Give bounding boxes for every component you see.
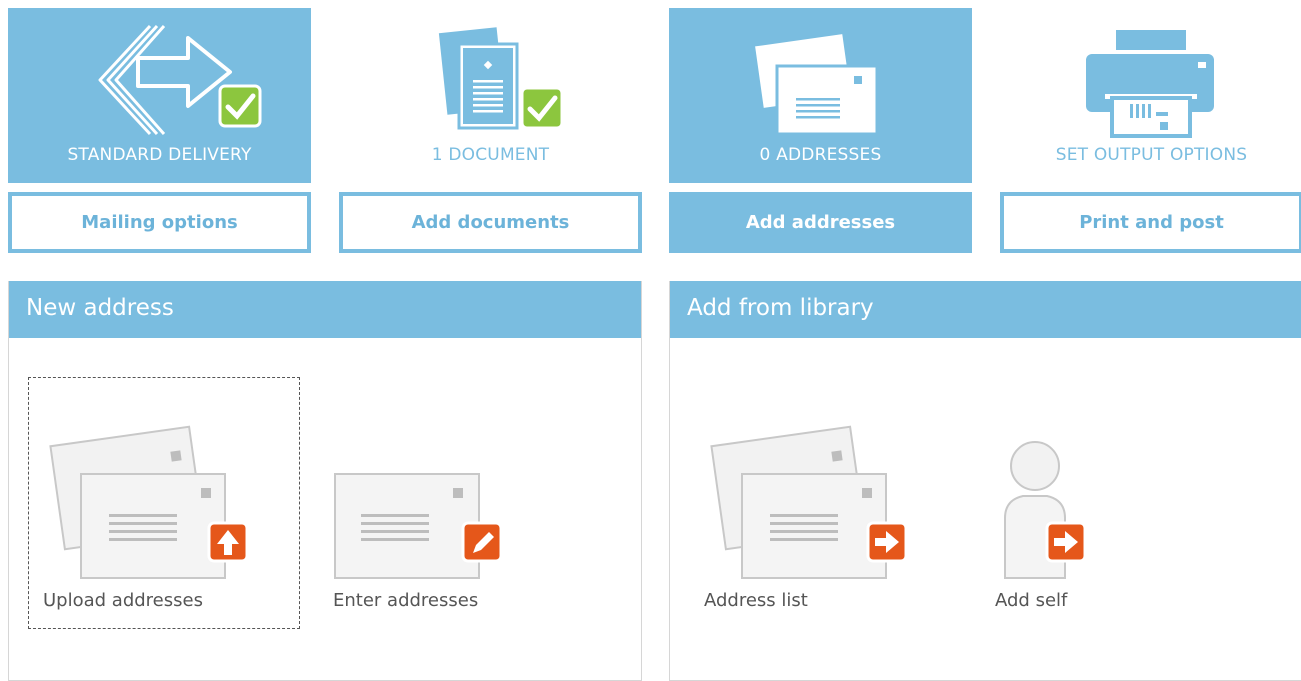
printer-icon [1086,30,1214,138]
address-list-option[interactable]: Address list [690,378,960,628]
library-title: Add from library [670,281,1301,338]
enter-addresses-option[interactable]: Enter addresses [319,378,589,628]
person-icon [1004,441,1087,579]
upload-addresses-label: Upload addresses [43,590,203,611]
add-addresses-button[interactable]: Add addresses [669,192,972,253]
envelopes-icon [755,34,879,136]
add-documents-button[interactable]: Add documents [339,192,642,253]
library-panel: Add from library Address list Add self [669,281,1301,681]
step-documents: 1 DOCUMENT Add documents [339,8,642,253]
print-and-post-button[interactable]: Print and post [1000,192,1301,253]
step-label-delivery: STANDARD DELIVERY [67,145,252,165]
add-self-label: Add self [995,590,1068,611]
enter-addresses-label: Enter addresses [333,590,479,611]
step-label-output: SET OUTPUT OPTIONS [1055,145,1248,165]
document-stack-icon [438,27,564,130]
address-list-label: Address list [704,590,808,611]
step-output: SET OUTPUT OPTIONS Print and post [1000,8,1301,253]
step-tile-output[interactable]: SET OUTPUT OPTIONS [1000,8,1301,183]
step-tile-documents[interactable]: 1 DOCUMENT [339,8,642,183]
upload-addresses-option[interactable]: Upload addresses [28,377,300,629]
upload-envelopes-icon [49,425,249,579]
mailing-options-button[interactable]: Mailing options [8,192,311,253]
step-tile-delivery[interactable]: STANDARD DELIVERY [8,8,311,183]
enter-envelope-icon [334,473,503,579]
address-list-icon [710,425,908,579]
step-mailing: STANDARD DELIVERY Mailing options [8,8,311,253]
step-label-documents: 1 DOCUMENT [431,145,550,165]
step-addresses: 0 ADDRESSES Add addresses [669,8,972,253]
new-address-panel: New address Upload addresses Enter addre… [8,281,642,681]
add-self-option[interactable]: Add self [981,378,1251,628]
delivery-arrows-icon [98,24,262,136]
step-tile-addresses[interactable]: 0 ADDRESSES [669,8,972,183]
new-address-title: New address [9,281,641,338]
step-label-addresses: 0 ADDRESSES [759,145,882,165]
